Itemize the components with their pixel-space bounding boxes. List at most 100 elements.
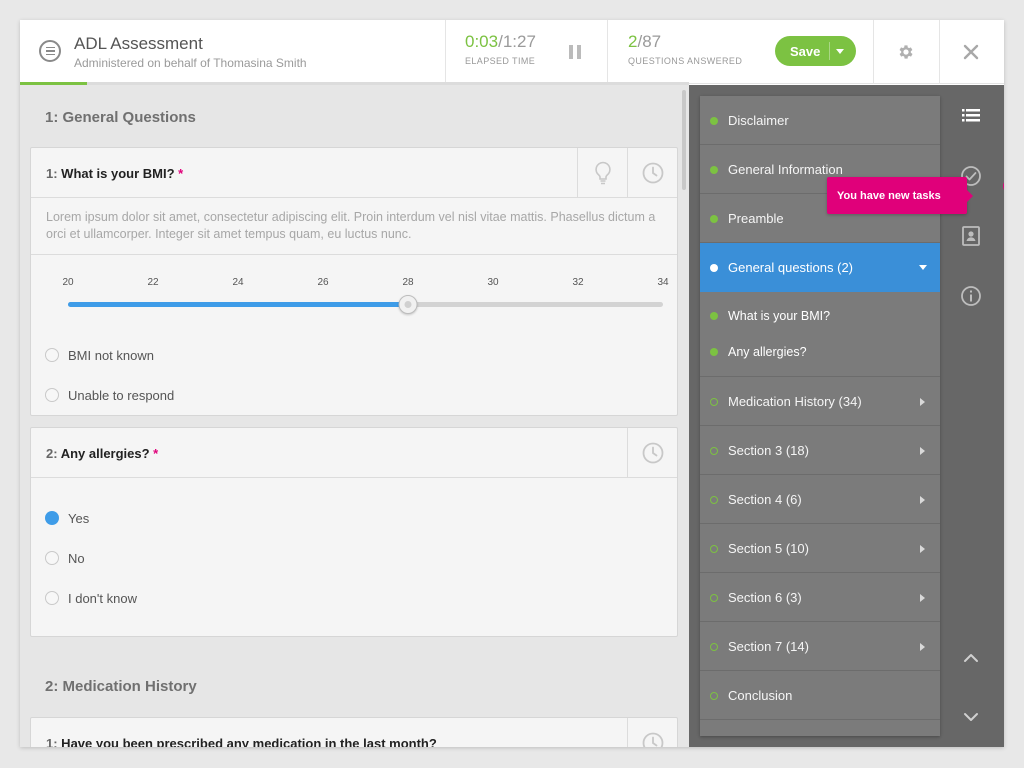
allergy-option[interactable]: Yes [31, 498, 677, 538]
main-scrollbar[interactable] [682, 90, 686, 190]
slider-thumb[interactable] [398, 295, 418, 314]
history-button[interactable] [627, 148, 677, 197]
caret-right-icon [920, 594, 925, 602]
section-title: 1: General Questions [45, 109, 196, 126]
answered-total: /87 [637, 32, 662, 51]
save-button[interactable]: Save [775, 36, 856, 66]
header-divider [873, 20, 874, 84]
slider-track[interactable] [68, 295, 663, 314]
question-title: 1: What is your BMI? * [46, 166, 184, 181]
outline-item[interactable]: Medication History (34) [700, 377, 940, 426]
elapsed-value: 0:03 [465, 32, 499, 51]
answered-label: QUESTIONS ANSWERED [628, 56, 743, 66]
question-title: 1: Have you been prescribed any medicati… [46, 736, 437, 747]
question-card-allergies: 2: Any allergies? * Yes No I don't know [30, 427, 678, 637]
outline-item-label: General Information [728, 161, 843, 177]
total-time: /1:27 [498, 32, 536, 51]
status-dot [710, 166, 718, 174]
outline-item[interactable]: Conclusion [700, 671, 940, 720]
page-subtitle: Administered on behalf of Thomasina Smit… [74, 56, 307, 70]
clock-icon [642, 162, 663, 183]
radio-button[interactable] [45, 511, 59, 525]
outline-item-label: Medication History (34) [728, 393, 862, 409]
bmi-slider[interactable]: 20 22 24 26 28 30 32 34 [31, 255, 677, 335]
outline-subitem[interactable]: What is your BMI? [700, 298, 940, 334]
radio-button[interactable] [45, 551, 59, 565]
caret-right-icon [920, 496, 925, 504]
header-divider [939, 20, 940, 84]
history-button[interactable] [627, 718, 677, 747]
slider-tick-label: 28 [402, 277, 414, 288]
bmi-option[interactable]: BMI not known [31, 335, 677, 375]
chevron-up-icon[interactable] [960, 647, 982, 669]
menu-icon[interactable] [39, 40, 61, 62]
status-dot [710, 117, 718, 125]
save-dropdown-icon[interactable] [836, 49, 844, 54]
caret-down-icon [919, 265, 927, 270]
question-header: 2: Any allergies? * [31, 428, 677, 478]
outline-item-label: Section 3 (18) [728, 442, 809, 458]
bmi-option[interactable]: Unable to respond [31, 375, 677, 415]
save-label: Save [790, 43, 821, 59]
option-label: Unable to respond [68, 387, 175, 403]
status-dot [710, 692, 718, 700]
allergy-option[interactable]: No [31, 538, 677, 578]
history-button[interactable] [627, 428, 677, 477]
assessment-window: ADL Assessment Administered on behalf of… [20, 20, 1004, 747]
chevron-down-icon[interactable] [960, 706, 982, 728]
close-icon[interactable] [963, 44, 979, 60]
slider-tick-label: 20 [62, 277, 74, 288]
gear-icon[interactable] [897, 43, 915, 61]
status-dot [710, 545, 718, 553]
status-dot [710, 496, 718, 504]
outline-item-active[interactable]: General questions (2) [700, 243, 940, 292]
option-label: Yes [68, 510, 90, 526]
elapsed-label: ELAPSED TIME [465, 56, 536, 66]
status-dot [710, 264, 718, 272]
outline-subitems: What is your BMI? Any allergies? [700, 292, 940, 377]
radio-button[interactable] [45, 388, 59, 402]
outline-item[interactable]: Section 6 (3) [700, 573, 940, 622]
hint-button[interactable] [577, 148, 627, 197]
outline-item[interactable]: Section 7 (14) [700, 622, 940, 671]
status-dot [710, 447, 718, 455]
caret-right-icon [920, 545, 925, 553]
outline-item[interactable]: Section 4 (6) [700, 475, 940, 524]
radio-button[interactable] [45, 591, 59, 605]
outline-item-label: Section 7 (14) [728, 638, 809, 654]
slider-tick-label: 24 [232, 277, 244, 288]
question-card-bmi: 1: What is your BMI? * Lorem ipsum dolor… [30, 147, 678, 416]
question-card-medication: 1: Have you been prescribed any medicati… [30, 717, 678, 747]
outline-item[interactable]: Section 5 (10) [700, 524, 940, 573]
question-description: Lorem ipsum dolor sit amet, consectetur … [31, 198, 677, 255]
option-label: I don't know [68, 590, 137, 606]
slider-tick-label: 30 [487, 277, 499, 288]
clock-icon [642, 442, 663, 463]
slider-tick-label: 34 [657, 277, 669, 288]
outline-item-label: Section 5 (10) [728, 540, 809, 556]
outline-subitem[interactable]: Any allergies? [700, 334, 940, 370]
question-header: 1: What is your BMI? * [31, 148, 677, 198]
slider-tick-label: 32 [572, 277, 584, 288]
header-divider [445, 20, 446, 84]
status-dot [710, 643, 718, 651]
slider-tick-label: 26 [317, 277, 329, 288]
status-dot [710, 215, 718, 223]
outline-item-label: Section 4 (6) [728, 491, 802, 507]
contact-card-icon[interactable] [960, 225, 982, 247]
caret-right-icon [920, 398, 925, 406]
pause-button[interactable] [569, 45, 581, 59]
header-divider [607, 20, 608, 84]
outline-item-label: Disclaimer [728, 112, 789, 128]
page-title: ADL Assessment [74, 34, 203, 53]
status-dot [710, 312, 718, 320]
info-icon[interactable] [960, 285, 982, 307]
outline-item[interactable]: Disclaimer [700, 96, 940, 145]
question-list[interactable]: 1: General Questions 1: What is your BMI… [20, 85, 689, 747]
radio-button[interactable] [45, 348, 59, 362]
allergy-option[interactable]: I don't know [31, 578, 677, 618]
outline-item-label: General questions (2) [728, 260, 854, 275]
list-icon[interactable] [960, 105, 982, 127]
outline-item[interactable]: Section 3 (18) [700, 426, 940, 475]
section-title: 2: Medication History [45, 678, 197, 695]
